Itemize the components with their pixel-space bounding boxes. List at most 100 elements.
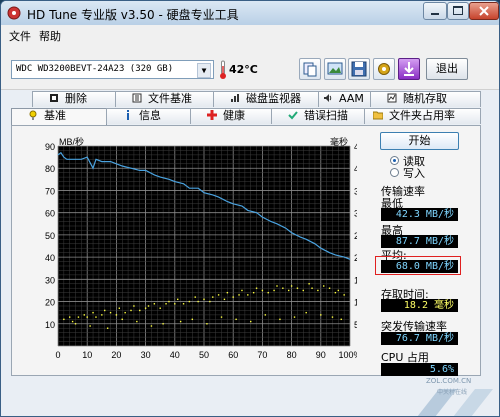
menu-file[interactable]: 文件 — [9, 28, 31, 44]
maximize-icon — [453, 6, 463, 15]
tab-disk-monitor[interactable]: 磁盘监视器 — [213, 91, 319, 107]
tab-disk-monitor-label: 磁盘监视器 — [246, 92, 301, 105]
access-time-point — [118, 307, 121, 309]
copy-info-button[interactable] — [299, 58, 321, 80]
access-time-point — [212, 296, 214, 298]
tab-erase-label: 删除 — [65, 92, 87, 105]
tab-aam-label: AAM — [339, 92, 364, 105]
minimize-button[interactable] — [423, 2, 447, 20]
access-time-point — [223, 298, 226, 301]
y-left-tick-label: 90 — [45, 142, 55, 152]
tab-benchmark[interactable]: 基准 — [11, 108, 107, 126]
access-time-point — [191, 318, 194, 321]
x-tick-label: 100% — [338, 350, 357, 360]
access-time-point — [106, 327, 109, 329]
maximize-button[interactable] — [447, 2, 469, 20]
access-time-point — [177, 298, 179, 301]
y-right-tick-label: 25 — [354, 231, 357, 241]
tab-random-access[interactable]: 随机存取 — [370, 91, 481, 107]
info-icon — [127, 110, 129, 120]
access-time-point — [153, 303, 156, 305]
exit-button[interactable]: 退出 — [426, 58, 468, 80]
copy-info-icon — [303, 62, 317, 77]
access-time-point — [168, 300, 170, 303]
chevron-down-icon[interactable]: ▼ — [197, 63, 211, 78]
tab-error-scan[interactable]: 错误扫描 — [271, 108, 365, 124]
access-time-point — [267, 291, 269, 294]
read-radio[interactable] — [390, 156, 399, 165]
menu-help[interactable]: 帮助 — [39, 28, 61, 44]
access-time-point — [144, 307, 147, 309]
access-time-point — [133, 305, 135, 307]
tab-info[interactable]: 信息 — [106, 108, 191, 124]
x-tick-label: 60 — [228, 350, 238, 360]
benchmark-chart: 9080706050403020104540353025201510501020… — [45, 136, 357, 360]
access-time-point — [124, 311, 126, 314]
tab-file-benchmark[interactable]: 文件基准 — [115, 91, 214, 107]
y-left-tick-label: 20 — [45, 298, 55, 308]
download-button[interactable] — [398, 58, 420, 80]
toolbar: WDC WD3200BEVT-24A23 (320 GB) ▼ 42°C 退出 — [1, 45, 499, 90]
close-button[interactable] — [469, 2, 499, 20]
access-time-point — [317, 289, 319, 292]
y-right-tick-label: 40 — [354, 164, 357, 174]
access-time-point — [238, 294, 240, 296]
write-radio[interactable] — [390, 168, 399, 177]
thermometer-icon — [220, 60, 226, 79]
access-time-point — [273, 289, 275, 292]
app-window: HD Tune 专业版 v3.50 - 硬盘专业工具 文件 帮助 WDC WD3… — [0, 0, 500, 417]
tab-aam[interactable]: AAM — [318, 91, 371, 107]
access-time-point — [115, 314, 118, 316]
access-time-point — [226, 291, 229, 294]
start-button[interactable]: 开始 — [380, 132, 459, 150]
access-time-point — [139, 309, 141, 312]
copy-screenshot-button[interactable] — [324, 58, 346, 80]
access-time-point — [293, 316, 296, 318]
access-time-point — [74, 323, 77, 325]
disk-monitor-icon — [231, 94, 239, 102]
access-time-point — [182, 303, 185, 305]
access-time-point — [159, 307, 161, 309]
tab-folder-usage[interactable]: 文件夹占用率 — [364, 108, 481, 124]
tab-erase[interactable]: 删除 — [32, 91, 116, 107]
download-icon — [404, 62, 414, 76]
access-time-point — [217, 294, 220, 296]
access-time-point — [235, 318, 237, 321]
access-time-point — [83, 314, 85, 316]
access-time-point — [95, 316, 97, 318]
access-time-point — [328, 287, 331, 289]
access-time-point — [247, 294, 249, 296]
access-time-point — [282, 287, 284, 289]
access-time-point — [320, 314, 322, 316]
y-left-tick-label: 40 — [45, 253, 55, 263]
access-time-point — [194, 296, 196, 298]
random-access-icon — [387, 93, 397, 103]
benchmark-icon — [29, 110, 37, 120]
access-time-point — [305, 311, 307, 314]
access-time-point — [86, 316, 88, 318]
tab-health[interactable]: 健康 — [190, 108, 272, 124]
tab-error-scan-label: 错误扫描 — [304, 109, 348, 122]
drive-select[interactable]: WDC WD3200BEVT-24A23 (320 GB) ▼ — [11, 60, 214, 79]
temperature-readout: 42°C — [229, 63, 258, 76]
tab-info-label: 信息 — [139, 109, 161, 122]
y-left-tick-label: 10 — [45, 320, 55, 330]
title-bar[interactable]: HD Tune 专业版 v3.50 - 硬盘专业工具 — [1, 1, 499, 25]
y-right-tick-label: 10 — [354, 298, 357, 308]
app-icon — [7, 6, 21, 20]
y-right-tick-label: 5 — [354, 320, 357, 330]
access-time-point — [162, 323, 164, 325]
speaker-icon — [324, 94, 332, 102]
cpu-usage-value: 5.6% — [381, 363, 458, 376]
access-time-point — [290, 285, 293, 287]
save-icon — [351, 61, 367, 77]
options-button[interactable] — [373, 58, 395, 80]
watermark-subtext: 中关村在线 — [437, 389, 468, 396]
access-time-point — [264, 314, 267, 316]
save-button[interactable] — [348, 58, 370, 80]
access-time-point — [311, 287, 313, 289]
access-time-point — [203, 298, 205, 301]
close-icon — [479, 6, 489, 16]
access-time-point — [92, 311, 94, 314]
access-time-point — [308, 283, 310, 285]
